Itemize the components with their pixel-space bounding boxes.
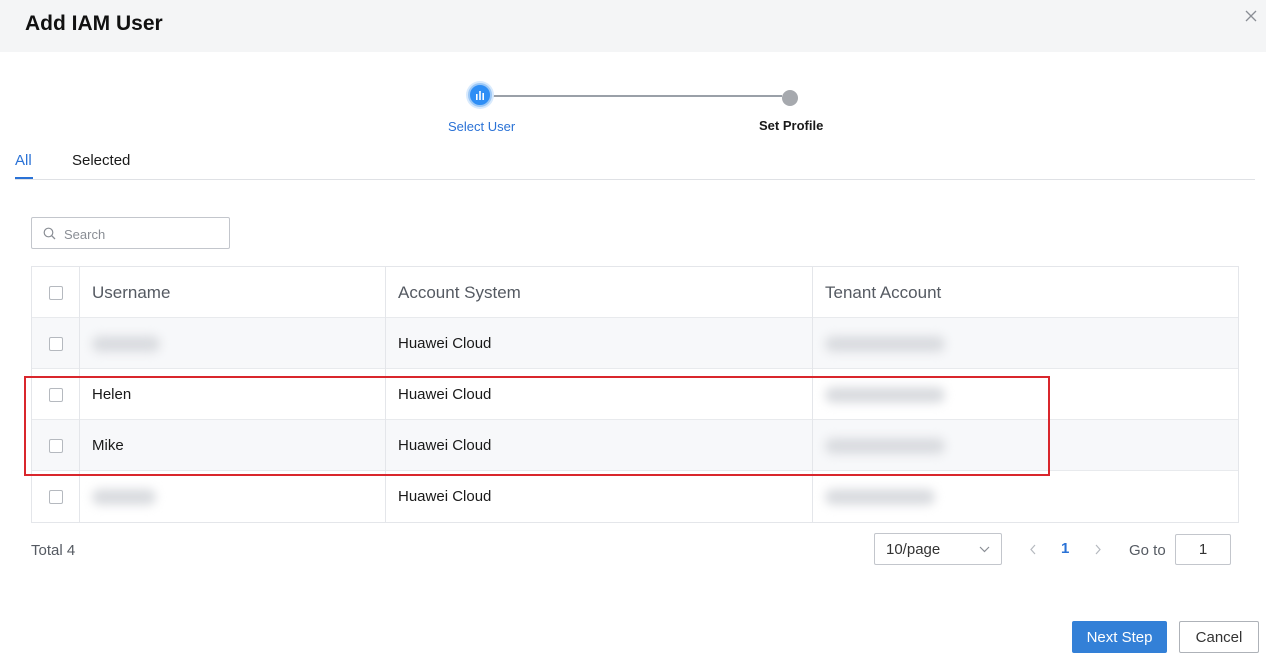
redacted-tenant-account	[825, 488, 935, 505]
search-icon	[43, 227, 56, 240]
account-system-cell: Huawei Cloud	[385, 471, 812, 522]
tab-selected[interactable]: Selected	[72, 152, 130, 169]
next-step-button[interactable]: Next Step	[1072, 621, 1167, 653]
column-header-tenant-account: Tenant Account	[812, 267, 1239, 318]
step-select-user-dot	[468, 83, 492, 107]
tab-all[interactable]: All	[15, 152, 32, 169]
select-all-checkbox[interactable]	[48, 285, 63, 300]
total-count: Total 4	[31, 542, 76, 559]
goto-page-input[interactable]	[1175, 534, 1231, 565]
step-select-user-label: Select User	[448, 119, 516, 134]
tab-active-indicator	[15, 177, 33, 179]
search-box[interactable]	[31, 217, 230, 249]
search-input[interactable]	[64, 224, 219, 244]
step-connector	[492, 95, 782, 97]
step-indicator: Select User Set Profile	[0, 52, 1266, 142]
tab-bar: All Selected	[15, 150, 1255, 180]
next-page-icon[interactable]	[1094, 544, 1102, 555]
row-checkbox[interactable]	[48, 336, 63, 351]
row-checkbox[interactable]	[48, 387, 63, 402]
users-table: Username Account System Tenant Account H…	[31, 266, 1239, 523]
chevron-down-icon	[979, 546, 990, 553]
table-row[interactable]: Mike Huawei Cloud	[32, 420, 1238, 471]
previous-page-icon[interactable]	[1029, 544, 1037, 555]
goto-label: Go to	[1129, 542, 1166, 559]
table-header-row: Username Account System Tenant Account	[32, 267, 1238, 318]
column-header-account-system: Account System	[385, 267, 812, 318]
redacted-tenant-account	[825, 437, 945, 454]
table-row[interactable]: Huawei Cloud	[32, 318, 1238, 369]
page-size-value: 10/page	[886, 541, 941, 558]
account-system-cell: Huawei Cloud	[385, 369, 812, 420]
bar-chart-icon	[476, 91, 484, 100]
table-row[interactable]: Helen Huawei Cloud	[32, 369, 1238, 420]
username-cell: Mike	[79, 420, 385, 471]
row-checkbox[interactable]	[48, 489, 63, 504]
username-cell: Helen	[79, 369, 385, 420]
step-set-profile-dot	[782, 90, 798, 106]
dialog-title: Add IAM User	[25, 12, 163, 35]
cancel-button[interactable]: Cancel	[1179, 621, 1259, 653]
redacted-tenant-account	[825, 386, 945, 403]
row-checkbox[interactable]	[48, 438, 63, 453]
step-set-profile-label: Set Profile	[759, 118, 824, 133]
table-row[interactable]: Huawei Cloud	[32, 471, 1238, 522]
redacted-username	[92, 488, 156, 505]
page-size-select[interactable]: 10/page	[874, 533, 1002, 565]
current-page-number[interactable]: 1	[1061, 540, 1069, 557]
account-system-cell: Huawei Cloud	[385, 318, 812, 369]
redacted-username	[92, 335, 160, 352]
close-icon[interactable]	[1243, 8, 1259, 24]
column-header-username: Username	[79, 267, 385, 318]
redacted-tenant-account	[825, 335, 945, 352]
account-system-cell: Huawei Cloud	[385, 420, 812, 471]
dialog-header: Add IAM User	[0, 0, 1266, 52]
